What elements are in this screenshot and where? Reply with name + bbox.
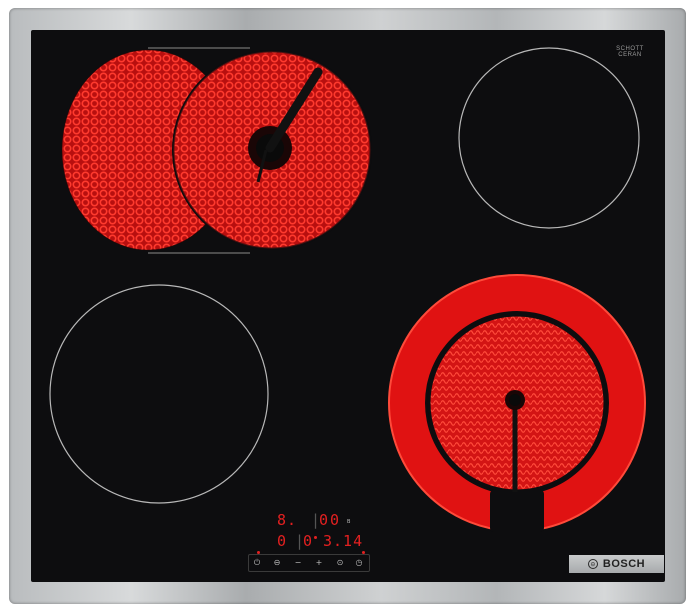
cooking-zones [49,47,646,532]
front-left-zone [49,284,269,504]
power-button[interactable]: ⏻ [250,557,264,568]
display-row1-left: 8. [277,511,298,529]
lock-button[interactable]: ⊖ [270,557,284,568]
display-row1-mid: 0 [319,511,330,529]
display-row2-right: 3.14 [323,532,364,550]
clock-button[interactable]: ◷ [352,557,366,568]
display-row1-aux: B [347,519,351,525]
minus-button[interactable]: − [291,557,305,568]
rear-right-zone [458,47,640,229]
plus-button[interactable]: + [312,557,326,568]
display-row1-right: 0 [330,511,341,529]
brand-name: BOSCH [602,558,646,570]
display-row2-mid: 0 [303,532,314,550]
bosch-armature-icon: ⊖ [587,559,598,569]
display-row2-left: 0 [277,532,288,550]
timer-button[interactable]: ⊙ [333,557,347,568]
indicator-dot [314,536,317,539]
bosch-brand-plate: ⊖ BOSCH [569,555,664,573]
